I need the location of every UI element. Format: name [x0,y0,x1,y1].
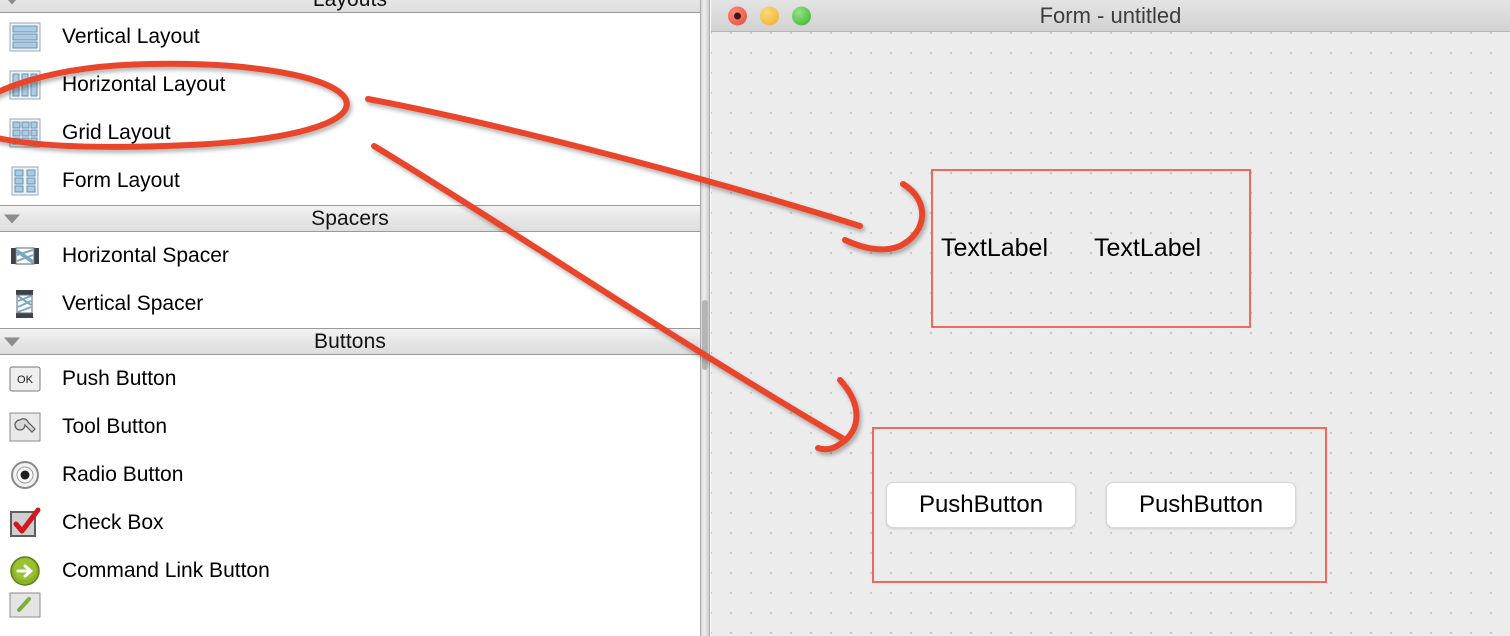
section-header-label: Layouts [313,0,387,12]
widget-item-horizontal-layout[interactable]: Horizontal Layout [0,61,700,109]
partial-next-icon [6,586,44,624]
command-link-button-icon [6,552,44,590]
widget-item-form-layout[interactable]: Form Layout [0,157,700,205]
radio-button-icon [6,456,44,494]
minimize-button[interactable] [760,6,779,25]
horizontal-layout-labels[interactable]: TextLabel TextLabel [931,169,1251,328]
vertical-layout-icon [6,18,44,56]
tool-button-icon [6,408,44,446]
svg-text:OK: OK [17,374,34,386]
widget-item-label: Check Box [62,511,164,534]
form-layout-icon [6,162,44,200]
widget-item-label: Push Button [62,367,177,390]
scrollbar-thumb[interactable] [702,300,708,370]
form-window: Form - untitled TextLabel TextLabel Push… [711,0,1510,636]
screenshot-root: Layouts Vertical Layout [0,0,1510,636]
widget-item-tool-button[interactable]: Tool Button [0,403,700,451]
form-window-title: Form - untitled [1039,2,1182,28]
horizontal-layout-buttons[interactable]: PushButton PushButton [872,427,1327,583]
section-header-label: Buttons [314,329,386,353]
push-button-2[interactable]: PushButton [1106,482,1296,528]
text-label-2[interactable]: TextLabel [1094,234,1201,263]
widget-item-vertical-layout[interactable]: Vertical Layout [0,13,700,61]
widget-item-check-box[interactable]: Check Box [0,499,700,547]
zoom-button[interactable] [792,6,811,25]
widget-item-label: Horizontal Spacer [62,244,229,267]
widget-item-grid-layout[interactable]: Grid Layout [0,109,700,157]
widget-item-label: Command Link Button [62,559,270,582]
window-controls [728,6,811,25]
section-header-spacers[interactable]: Spacers [0,205,700,232]
form-window-titlebar[interactable]: Form - untitled [711,0,1510,32]
check-box-icon [6,504,44,542]
vertical-spacer-icon [6,285,44,323]
close-button[interactable] [728,6,747,25]
push-button-1[interactable]: PushButton [886,482,1076,528]
disclosure-triangle-icon[interactable] [4,214,20,223]
widget-item-vertical-spacer[interactable]: Vertical Spacer [0,280,700,328]
panel-scrollbar[interactable] [700,0,710,636]
section-header-layouts[interactable]: Layouts [0,0,700,13]
widget-item-label: Horizontal Layout [62,73,226,96]
section-header-buttons[interactable]: Buttons [0,328,700,355]
widget-item-push-button[interactable]: OK Push Button [0,355,700,403]
widget-item-label: Grid Layout [62,121,171,144]
disclosure-triangle-icon[interactable] [4,0,20,4]
widget-item-label: Tool Button [62,415,168,438]
widget-item-label: Vertical Layout [62,25,200,48]
widget-item-command-link-button[interactable]: Command Link Button [0,547,700,595]
widget-item-radio-button[interactable]: Radio Button [0,451,700,499]
widget-item-partial-next[interactable] [0,592,700,618]
horizontal-spacer-icon [6,237,44,275]
widget-box-panel: Layouts Vertical Layout [0,0,700,636]
widget-item-horizontal-spacer[interactable]: Horizontal Spacer [0,232,700,280]
text-label-1[interactable]: TextLabel [941,234,1048,263]
push-button-icon: OK [6,360,44,398]
form-design-canvas[interactable]: TextLabel TextLabel PushButton PushButto… [711,32,1510,636]
horizontal-layout-icon [6,66,44,104]
widget-item-label: Radio Button [62,463,184,486]
widget-item-label: Vertical Spacer [62,292,204,315]
section-header-label: Spacers [311,206,389,230]
widget-item-label: Form Layout [62,169,180,192]
disclosure-triangle-icon[interactable] [4,337,20,346]
grid-layout-icon [6,114,44,152]
